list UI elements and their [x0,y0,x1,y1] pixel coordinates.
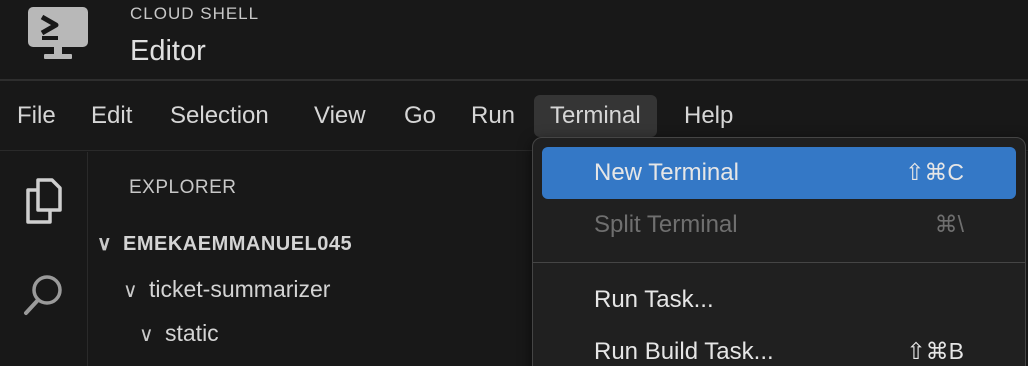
explorer-files-icon[interactable] [14,172,72,230]
explorer-title: EXPLORER [129,177,237,198]
chevron-down-icon: ∨ [97,233,113,255]
menu-selection[interactable]: Selection [154,95,285,137]
menu-item-label: Run Build Task... [594,338,774,365]
menu-item-new-terminal[interactable]: New Terminal ⇧⌘C [542,147,1016,199]
tree-folder-label: ticket-summarizer [149,276,331,302]
menu-separator [533,262,1025,263]
brand-subtitle: CLOUD SHELL [130,4,260,23]
terminal-monitor-icon [28,7,88,59]
title-header: CLOUD SHELL Editor [0,0,1028,81]
menu-item-shortcut: ⇧⌘C [905,159,964,185]
menu-item-run-build-task[interactable]: Run Build Task... ⇧⌘B [542,326,1016,366]
menu-view[interactable]: View [298,95,382,137]
chevron-down-icon: ∨ [123,280,138,302]
tree-folder-label: static [165,320,219,346]
explorer-sidebar: EXPLORER ∨ EMEKAEMMANUEL045 ∨ ticket-summa… [89,152,532,366]
tree-folder-root[interactable]: ∨ EMEKAEMMANUEL045 [97,229,352,259]
chevron-down-icon: ∨ [139,324,154,346]
menu-help[interactable]: Help [668,95,749,137]
menu-item-run-task[interactable]: Run Task... [542,274,1016,326]
menu-terminal[interactable]: Terminal [534,95,657,137]
menu-item-shortcut: ⇧⌘B [906,338,964,364]
tree-folder-label: EMEKAEMMANUEL045 [123,233,353,255]
search-icon[interactable] [14,267,72,325]
menu-item-label: New Terminal [594,159,739,186]
menu-item-shortcut: ⌘\ [934,211,964,237]
menu-item-label: Run Task... [594,286,714,313]
menu-edit[interactable]: Edit [75,95,148,137]
terminal-menu-dropdown: New Terminal ⇧⌘C Split Terminal ⌘\ Run T… [532,137,1026,366]
activity-bar [0,152,88,366]
menu-run[interactable]: Run [455,95,531,137]
menu-item-label: Split Terminal [594,211,738,238]
tree-folder-ticket-summarizer[interactable]: ∨ ticket-summarizer [123,274,330,304]
menu-file[interactable]: File [1,95,72,137]
menu-item-split-terminal: Split Terminal ⌘\ [542,199,1016,251]
tree-folder-static[interactable]: ∨ static [139,318,219,348]
brand-title: Editor [130,35,206,67]
menu-go[interactable]: Go [388,95,452,137]
